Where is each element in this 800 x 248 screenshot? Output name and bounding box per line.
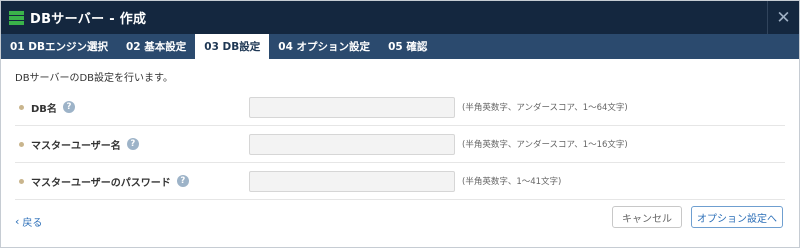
field-label-master-password: マスターユーザーのパスワード ? bbox=[19, 163, 189, 199]
master-user-label: マスターユーザー名 bbox=[31, 140, 121, 152]
db-name-hint: (半角英数字、アンダースコア、1～64文字) bbox=[462, 103, 628, 113]
next-option-settings-button[interactable]: オプション設定へ bbox=[691, 206, 783, 228]
master-password-label: マスターユーザーのパスワード bbox=[31, 177, 171, 189]
field-label-master-user: マスターユーザー名 ? bbox=[19, 126, 139, 162]
master-user-hint: (半角英数字、アンダースコア、1～16文字) bbox=[462, 140, 628, 150]
tab-confirm[interactable]: 05 確認 bbox=[379, 34, 436, 59]
close-icon: ✕ bbox=[776, 7, 791, 28]
db-name-label: DB名 bbox=[31, 103, 57, 115]
cancel-button[interactable]: キャンセル bbox=[612, 206, 682, 228]
tab-db-engine[interactable]: 01 DBエンジン選択 bbox=[1, 34, 117, 59]
field-label-db-name: DB名 ? bbox=[19, 89, 75, 125]
wizard-steps: 01 DBエンジン選択 02 基本設定 03 DB設定 04 オプション設定 0… bbox=[1, 34, 799, 59]
form-row-db-name: DB名 ? (半角英数字、アンダースコア、1～64文字) bbox=[15, 89, 785, 126]
close-button[interactable]: ✕ bbox=[767, 1, 799, 34]
tab-basic-settings[interactable]: 02 基本設定 bbox=[117, 34, 195, 59]
help-icon[interactable]: ? bbox=[176, 175, 189, 187]
back-label: 戻る bbox=[22, 218, 43, 229]
back-link[interactable]: ‹ 戻る bbox=[15, 214, 42, 229]
db-server-create-dialog: DBサーバー - 作成 ✕ 01 DBエンジン選択 02 基本設定 03 DB設… bbox=[0, 0, 800, 248]
form-row-master-user: マスターユーザー名 ? (半角英数字、アンダースコア、1～16文字) bbox=[15, 126, 785, 163]
master-password-input[interactable] bbox=[249, 170, 455, 192]
tab-db-settings[interactable]: 03 DB設定 bbox=[195, 34, 270, 59]
bullet-icon bbox=[19, 104, 24, 110]
page-description: DBサーバーのDB設定を行います。 bbox=[15, 73, 174, 84]
dialog-footer: ‹ 戻る キャンセル オプション設定へ bbox=[1, 203, 799, 247]
master-user-input[interactable] bbox=[249, 133, 455, 155]
title-bar: DBサーバー - 作成 ✕ bbox=[1, 1, 799, 34]
bullet-icon bbox=[19, 178, 24, 184]
chevron-left-icon: ‹ bbox=[15, 215, 20, 228]
tab-option-settings[interactable]: 04 オプション設定 bbox=[269, 34, 379, 59]
tab-bar-spacer bbox=[436, 34, 799, 59]
dialog-title: DBサーバー - 作成 bbox=[30, 12, 147, 27]
db-name-input[interactable] bbox=[249, 96, 455, 118]
form-row-master-password: マスターユーザーのパスワード ? (半角英数字、1～41文字) bbox=[15, 163, 785, 200]
bullet-icon bbox=[19, 141, 24, 147]
master-password-hint: (半角英数字、1～41文字) bbox=[462, 177, 562, 187]
db-settings-form: DB名 ? (半角英数字、アンダースコア、1～64文字) マスターユーザー名 ?… bbox=[1, 89, 799, 200]
help-icon[interactable]: ? bbox=[62, 101, 75, 113]
server-stack-icon bbox=[9, 10, 24, 25]
help-icon[interactable]: ? bbox=[126, 138, 139, 150]
